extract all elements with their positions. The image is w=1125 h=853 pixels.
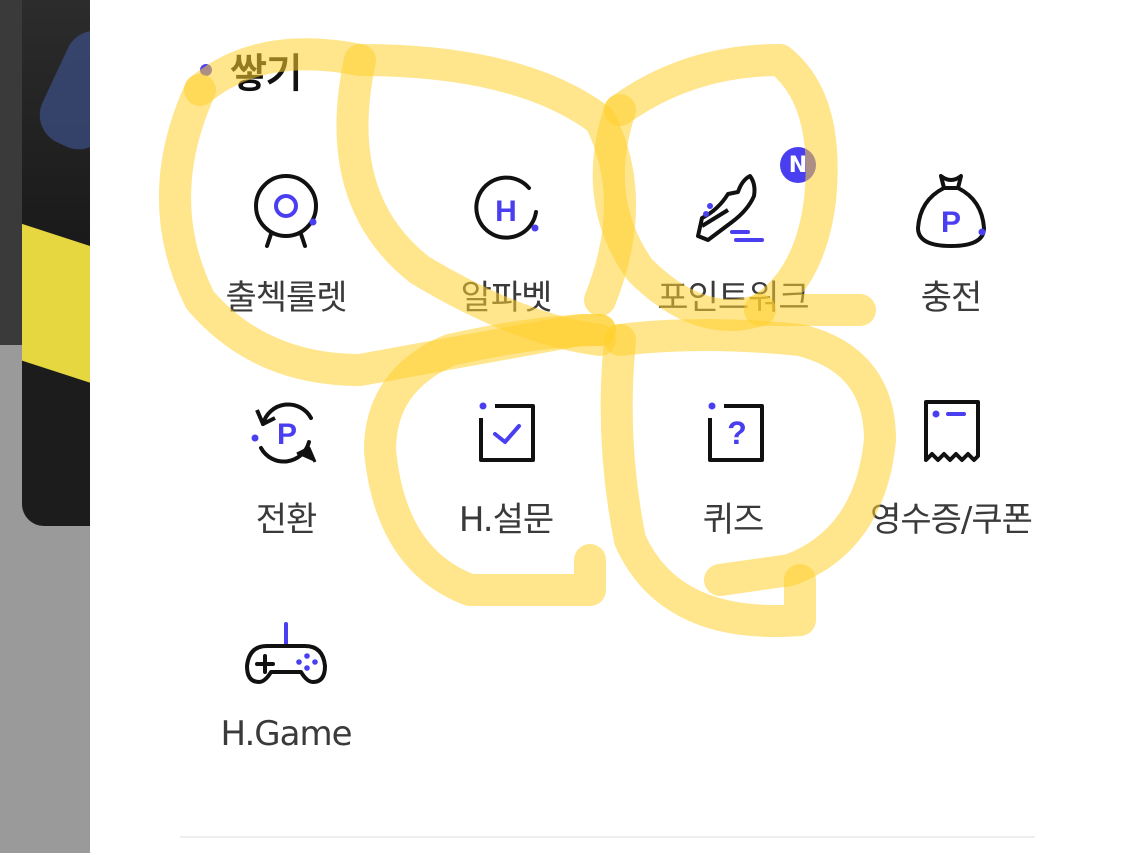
svg-text:P: P	[941, 206, 961, 239]
section-header: 쌓기	[200, 40, 303, 100]
svg-text:?: ?	[727, 415, 747, 451]
sneaker-icon	[688, 166, 778, 256]
menu-item-label: 퀴즈	[702, 500, 765, 540]
point-exchange-icon: P	[241, 388, 331, 478]
svg-text:H: H	[495, 195, 517, 228]
gamepad-icon	[241, 610, 331, 700]
menu-item-label: 포인트워크	[657, 278, 809, 318]
background-strip	[0, 0, 22, 345]
menu-item-label: 알파벳	[460, 278, 553, 318]
menu-item-charge[interactable]: P 충전	[841, 166, 1061, 356]
menu-item-receipt[interactable]: 영수증/쿠폰	[841, 388, 1061, 578]
receipt-icon	[906, 388, 996, 478]
menu-item-label: 영수증/쿠폰	[870, 500, 1033, 540]
svg-text:P: P	[277, 418, 297, 451]
menu-item-label: H.Game	[220, 714, 353, 754]
menu-item-label: 출첵룰렛	[225, 278, 347, 318]
menu-item-survey[interactable]: H.설문	[396, 388, 616, 578]
money-bag-icon: P	[906, 166, 996, 256]
menu-item-label: 충전	[920, 278, 983, 318]
section-title: 쌓기	[230, 51, 303, 97]
menu-item-roulette[interactable]: 출첵룰렛	[176, 166, 396, 356]
survey-check-icon	[461, 388, 551, 478]
bullet-dot	[200, 64, 212, 76]
menu-item-quiz[interactable]: ? 퀴즈	[623, 388, 843, 578]
alphabet-h-icon: H	[461, 166, 551, 256]
menu-item-label: 전환	[255, 500, 318, 540]
menu-item-alphabet[interactable]: H 알파벳	[396, 166, 616, 356]
roulette-icon	[241, 166, 331, 256]
quiz-icon: ?	[688, 388, 778, 478]
section-divider	[180, 836, 1035, 838]
menu-item-hgame[interactable]: H.Game	[176, 610, 396, 800]
new-badge: N	[780, 147, 816, 183]
menu-item-pointwalk[interactable]: 포인트워크	[623, 166, 843, 356]
menu-item-label: H.설문	[458, 500, 554, 540]
menu-item-exchange[interactable]: P 전환	[176, 388, 396, 578]
